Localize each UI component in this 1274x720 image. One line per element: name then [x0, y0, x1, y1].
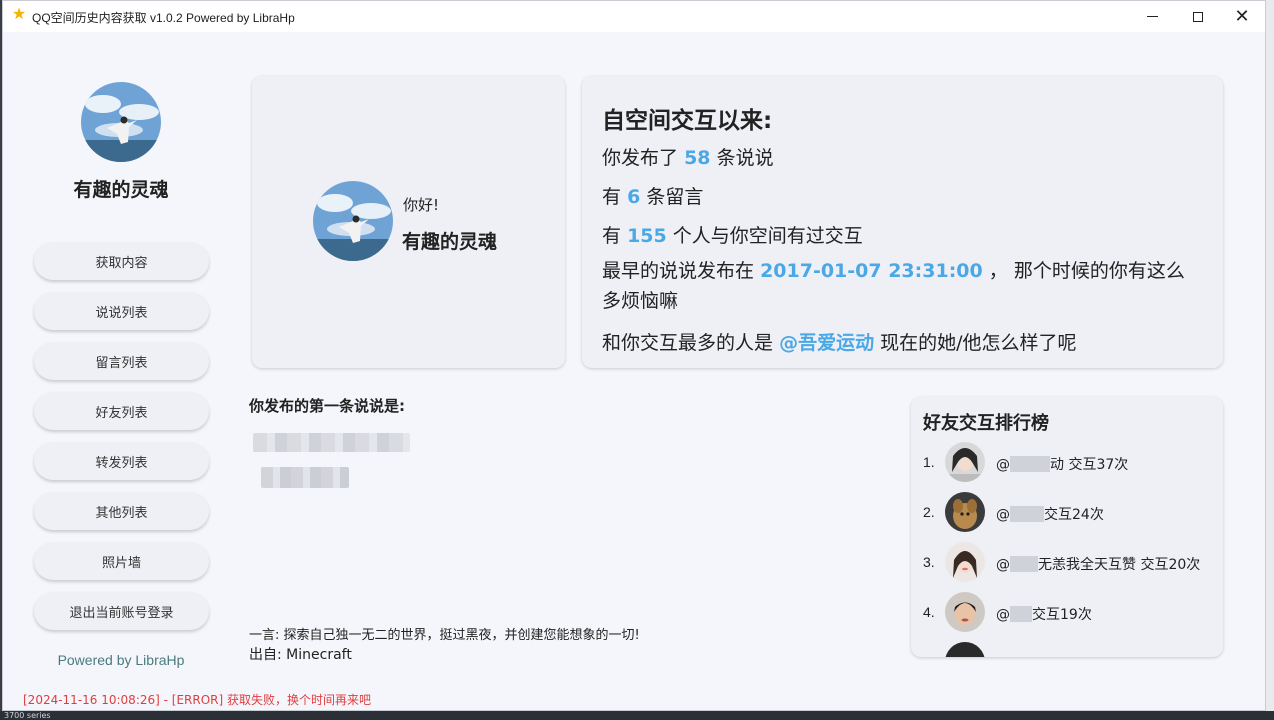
ranking-visible: 交互24次 — [1044, 507, 1104, 523]
friends-list-button[interactable]: 好友列表 — [34, 392, 209, 430]
first-post-title: 你发布的第一条说说是: — [249, 397, 405, 415]
stat-posts-count: 58 — [684, 147, 711, 169]
ranking-number: 3. — [923, 554, 935, 570]
logout-button[interactable]: 退出当前账号登录 — [34, 592, 209, 630]
stat-posts-prefix: 你发布了 — [602, 147, 679, 169]
masked-name — [1010, 556, 1038, 572]
ranking-number: 2. — [923, 504, 935, 520]
profile-name: 有趣的灵魂 — [402, 231, 498, 253]
ranking-at: @ — [996, 607, 1010, 623]
stat-earliest: 最早的说说发布在 2017-01-07 23:31:00 ， 那个时候的你有这么… — [602, 256, 1202, 316]
ranking-title: 好友交互排行榜 — [923, 413, 1049, 434]
posts-list-button[interactable]: 说说列表 — [34, 292, 209, 330]
desktop-taskbar-strip: 3700 series — [0, 711, 1274, 720]
sidebar-username: 有趣的灵魂 — [73, 179, 169, 201]
messages-list-button[interactable]: 留言列表 — [34, 342, 209, 380]
ranking-at: @ — [996, 507, 1010, 523]
ranking-number: 4. — [923, 604, 935, 620]
close-icon: ✕ — [1234, 5, 1250, 27]
powered-by-label: Powered by LibraHp — [57, 652, 185, 668]
stat-people: 有 155 个人与你空间有过交互 — [602, 221, 863, 248]
stat-people-suffix: 个人与你空间有过交互 — [672, 225, 863, 247]
status-error-message: [2024-11-16 10:08:26] - [ERROR] 获取失败，换个时… — [23, 693, 371, 707]
masked-name — [1010, 456, 1050, 472]
stat-messages-prefix: 有 — [602, 186, 622, 208]
ranking-visible: 动 交互37次 — [1050, 457, 1129, 473]
stat-messages-count: 6 — [627, 186, 641, 208]
others-list-button[interactable]: 其他列表 — [34, 492, 209, 530]
profile-card: 你好! 有趣的灵魂 — [252, 76, 565, 368]
ranking-visible: 交互19次 — [1032, 607, 1092, 623]
fetch-content-button[interactable]: 获取内容 — [34, 242, 209, 280]
quote-text: 一言: 探索自己独一无二的世界，挺过黑夜，并创建您能想象的一切! — [249, 628, 640, 643]
stats-card: 自空间交互以来: 你发布了 58 条说说 有 6 条留言 有 155 个人与你空… — [582, 76, 1223, 368]
stat-earliest-prefix: 最早的说说发布在 — [602, 260, 755, 282]
stat-people-prefix: 有 — [602, 225, 622, 247]
ranking-text: @ 无恙我全天互赞 交互20次 — [996, 554, 1200, 574]
stat-people-count: 155 — [627, 225, 667, 247]
taskbar-label: 3700 series — [4, 711, 51, 720]
stat-posts: 你发布了 58 条说说 — [602, 143, 774, 170]
ranking-number: 1. — [923, 454, 935, 470]
maximize-icon — [1193, 11, 1203, 22]
profile-greeting: 你好! — [403, 196, 440, 214]
ranking-row[interactable]: 1. @ 动 交互37次 — [923, 440, 1213, 484]
ranking-at: @ — [996, 557, 1010, 573]
stat-messages-suffix: 条留言 — [646, 186, 704, 208]
ranking-row-partial[interactable] — [923, 640, 1213, 657]
friend-avatar — [945, 442, 985, 482]
friend-avatar — [945, 492, 985, 532]
close-button[interactable]: ✕ — [1219, 1, 1265, 32]
sidebar-avatar — [81, 82, 161, 162]
profile-avatar — [313, 181, 393, 261]
ranking-row[interactable]: 4. @ 交互19次 — [923, 590, 1213, 634]
minimize-button[interactable] — [1129, 1, 1175, 32]
friend-avatar — [945, 592, 985, 632]
masked-name — [1010, 606, 1032, 622]
first-post-blurred-line — [253, 433, 410, 452]
stats-title: 自空间交互以来: — [602, 108, 773, 134]
friend-ranking-card: 好友交互排行榜 1. @ 动 交互37次 2. @ 交互24次 3. @ 无恙我全天互… — [911, 397, 1223, 657]
masked-name — [1010, 506, 1044, 522]
maximize-button[interactable] — [1175, 1, 1221, 32]
ranking-row[interactable]: 3. @ 无恙我全天互赞 交互20次 — [923, 540, 1213, 584]
friend-avatar — [945, 542, 985, 582]
stat-messages: 有 6 条留言 — [602, 182, 703, 209]
stat-top-user-link[interactable]: @吾爱运动 — [779, 332, 874, 354]
ranking-visible: 无恙我全天互赞 交互20次 — [1038, 557, 1201, 573]
forwards-list-button[interactable]: 转发列表 — [34, 442, 209, 480]
stat-top-prefix: 和你交互最多的人是 — [602, 332, 774, 354]
ranking-text: @ 动 交互37次 — [996, 454, 1128, 474]
stat-top-user: 和你交互最多的人是 @吾爱运动 现在的她/他怎么样了呢 — [602, 328, 1077, 355]
app-window: ★ QQ空间历史内容获取 v1.0.2 Powered by LibraHp ✕… — [2, 0, 1266, 711]
stat-top-suffix: 现在的她/他怎么样了呢 — [880, 332, 1077, 354]
ranking-text: @ 交互24次 — [996, 504, 1104, 524]
ranking-row[interactable]: 2. @ 交互24次 — [923, 490, 1213, 534]
quote-source: 出自: Minecraft — [249, 647, 352, 663]
star-icon: ★ — [11, 6, 27, 23]
minimize-icon — [1146, 16, 1158, 17]
first-post-blurred-line — [261, 467, 349, 488]
photo-wall-button[interactable]: 照片墙 — [34, 542, 209, 580]
window-title: QQ空间历史内容获取 v1.0.2 Powered by LibraHp — [32, 11, 295, 25]
ranking-text: @ 交互19次 — [996, 604, 1092, 624]
ranking-at: @ — [996, 457, 1010, 473]
title-bar: ★ QQ空间历史内容获取 v1.0.2 Powered by LibraHp ✕ — [3, 1, 1265, 32]
desktop-background-right — [1266, 0, 1274, 720]
stat-earliest-time: 2017-01-07 23:31:00 — [760, 260, 983, 282]
friend-avatar — [945, 642, 985, 657]
stat-posts-suffix: 条说说 — [716, 147, 774, 169]
